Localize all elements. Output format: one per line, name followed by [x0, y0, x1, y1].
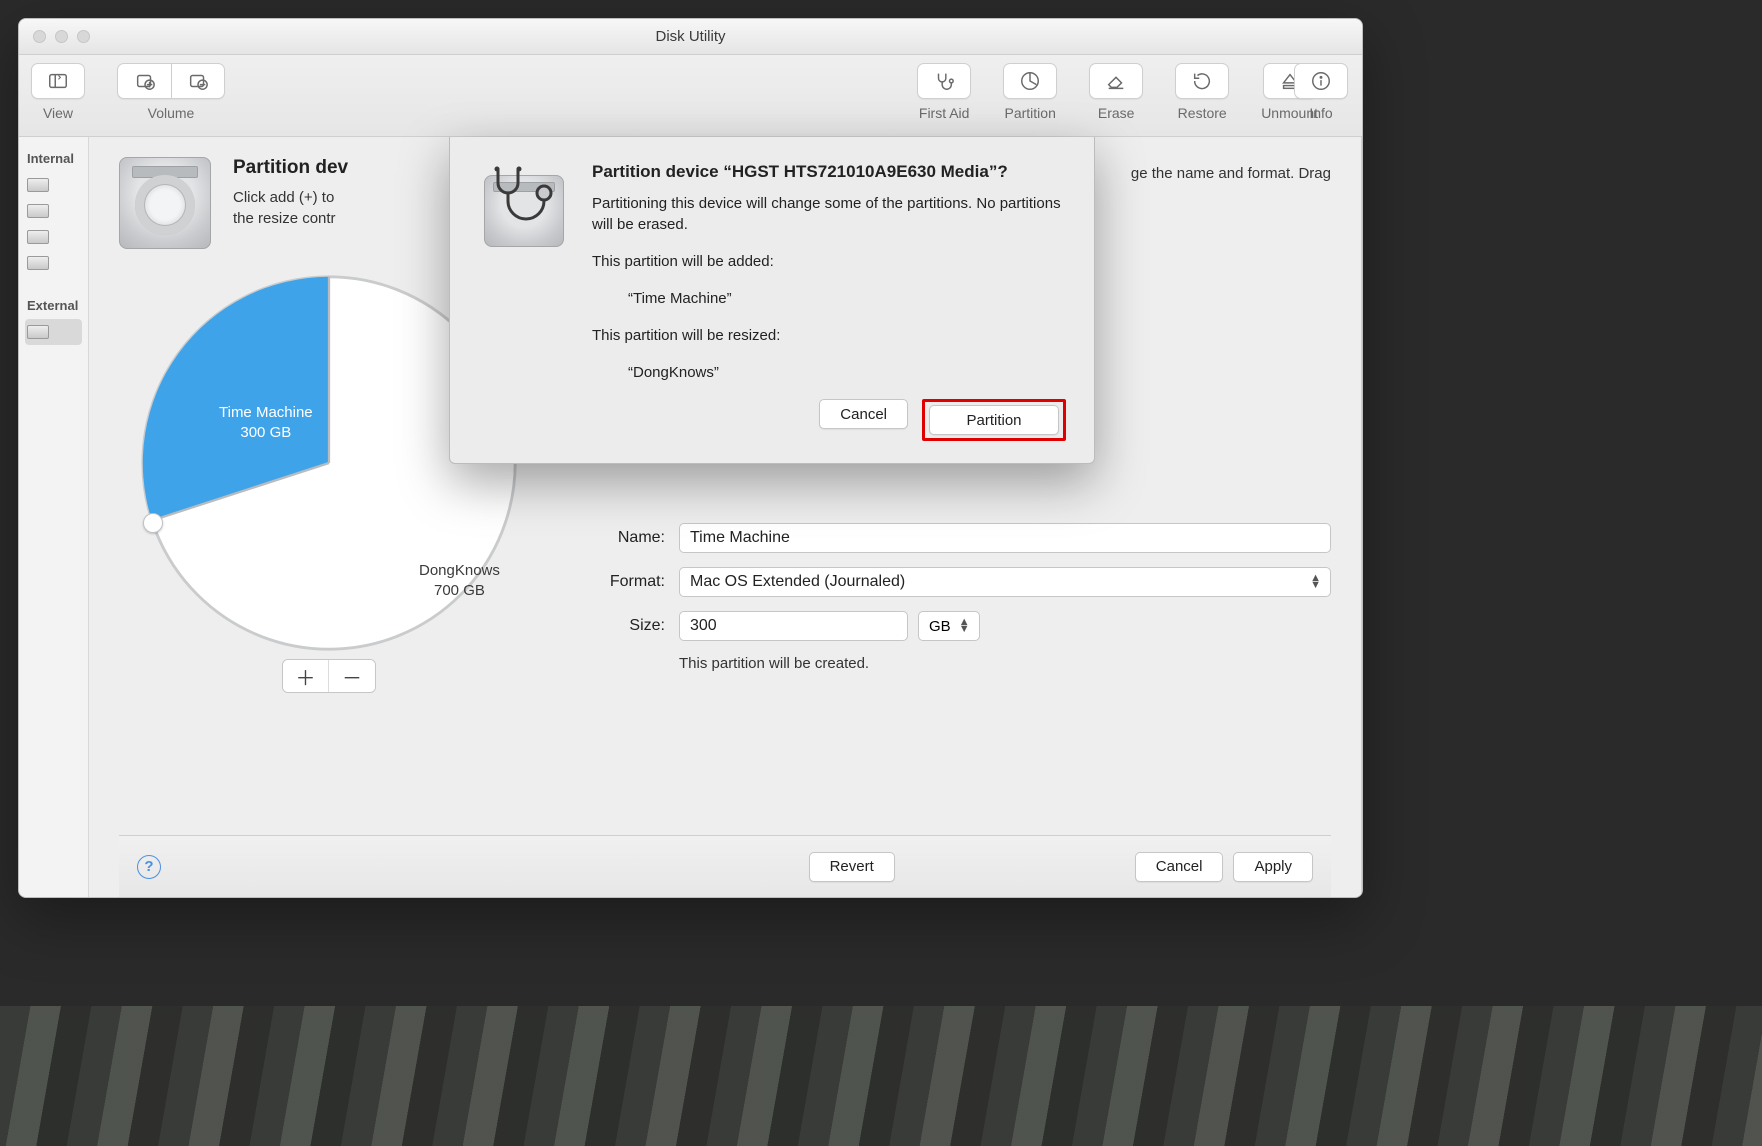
hard-drive-icon	[119, 157, 211, 249]
add-partition-button[interactable]: ＋	[283, 660, 329, 692]
size-hint: This partition will be created.	[679, 655, 1331, 672]
dialog-body: Partitioning this device will change som…	[592, 193, 1066, 235]
disk-stethoscope-icon	[478, 161, 570, 253]
info-icon	[1310, 70, 1332, 92]
partition-label: Partition	[1005, 105, 1056, 121]
sidebar-header-internal: Internal	[27, 151, 82, 166]
sidebar-header-external: External	[27, 298, 82, 313]
disk-icon	[27, 230, 49, 244]
restore-icon	[1191, 70, 1213, 92]
volume-add-button[interactable]	[117, 63, 171, 99]
info-label: Info	[1309, 105, 1332, 121]
remove-partition-button[interactable]: －	[329, 660, 375, 692]
size-label: Size:	[575, 617, 665, 635]
restore-button[interactable]	[1175, 63, 1229, 99]
confirm-partition-dialog: Partition device “HGST HTS721010A9E630 M…	[449, 137, 1095, 464]
sidebar-icon	[47, 70, 69, 92]
titlebar: Disk Utility	[19, 19, 1362, 55]
erase-button[interactable]	[1089, 63, 1143, 99]
add-remove-partition: ＋ －	[282, 659, 376, 693]
info-button[interactable]	[1294, 63, 1348, 99]
view-button[interactable]	[31, 63, 85, 99]
sidebar-internal-disk-2[interactable]	[25, 198, 82, 224]
disk-icon	[27, 325, 49, 339]
disk-icon	[27, 256, 49, 270]
disk-icon	[27, 178, 49, 192]
dialog-resized-head: This partition will be resized:	[592, 325, 1066, 346]
window-title: Disk Utility	[19, 28, 1362, 45]
name-label: Name:	[575, 529, 665, 547]
sheet-subtitle-2: the resize contr	[233, 210, 336, 227]
sheet-subtitle-1: Click add (+) to	[233, 189, 334, 206]
apply-button[interactable]: Apply	[1233, 852, 1313, 882]
highlight-box: Partition	[922, 399, 1066, 441]
stethoscope-icon	[933, 70, 955, 92]
dialog-resized-name: “DongKnows”	[628, 362, 1066, 383]
pie-slice-label-2: DongKnows 700 GB	[419, 561, 500, 602]
partition-button[interactable]	[1003, 63, 1057, 99]
disk-utility-window: Disk Utility View Volume	[18, 18, 1363, 898]
dialog-added-name: “Time Machine”	[628, 288, 1066, 309]
toolbar: View Volume First Aid	[19, 55, 1362, 137]
size-unit-value: GB	[929, 618, 951, 635]
size-input[interactable]	[679, 611, 908, 641]
sidebar: Internal External	[19, 137, 89, 897]
chevron-up-down-icon: ▲▼	[959, 619, 969, 633]
restore-label: Restore	[1178, 105, 1227, 121]
sidebar-internal-disk-3[interactable]	[25, 224, 82, 250]
first-aid-button[interactable]	[917, 63, 971, 99]
sidebar-internal-disk-4[interactable]	[25, 250, 82, 276]
pie-slice-label-1: Time Machine 300 GB	[219, 403, 313, 444]
dialog-partition-button[interactable]: Partition	[929, 405, 1059, 435]
sheet-title: Partition dev	[233, 157, 348, 179]
disk-icon	[27, 204, 49, 218]
volume-add-icon	[134, 70, 156, 92]
dialog-cancel-button[interactable]: Cancel	[819, 399, 908, 429]
format-value: Mac OS Extended (Journaled)	[690, 573, 905, 591]
volume-remove-button[interactable]	[171, 63, 225, 99]
cancel-button[interactable]: Cancel	[1135, 852, 1224, 882]
format-label: Format:	[575, 573, 665, 591]
pie-icon	[1019, 70, 1041, 92]
sidebar-internal-disk-1[interactable]	[25, 172, 82, 198]
view-label: View	[43, 105, 73, 121]
name-input[interactable]	[679, 523, 1331, 553]
sheet-footer: ? Revert Cancel Apply	[119, 835, 1331, 897]
sidebar-external-disk-1[interactable]	[25, 319, 82, 345]
eraser-icon	[1105, 70, 1127, 92]
volume-remove-icon	[187, 70, 209, 92]
volume-label: Volume	[148, 105, 195, 121]
size-unit-select[interactable]: GB ▲▼	[918, 611, 980, 641]
format-select[interactable]: Mac OS Extended (Journaled) ▲▼	[679, 567, 1331, 597]
help-button[interactable]: ?	[137, 855, 161, 879]
erase-label: Erase	[1098, 105, 1135, 121]
chevron-up-down-icon: ▲▼	[1310, 575, 1320, 589]
first-aid-label: First Aid	[919, 105, 970, 121]
pie-resize-handle[interactable]	[143, 513, 163, 533]
dialog-title: Partition device “HGST HTS721010A9E630 M…	[592, 161, 1066, 183]
revert-button[interactable]: Revert	[809, 852, 895, 882]
dialog-added-head: This partition will be added:	[592, 251, 1066, 272]
